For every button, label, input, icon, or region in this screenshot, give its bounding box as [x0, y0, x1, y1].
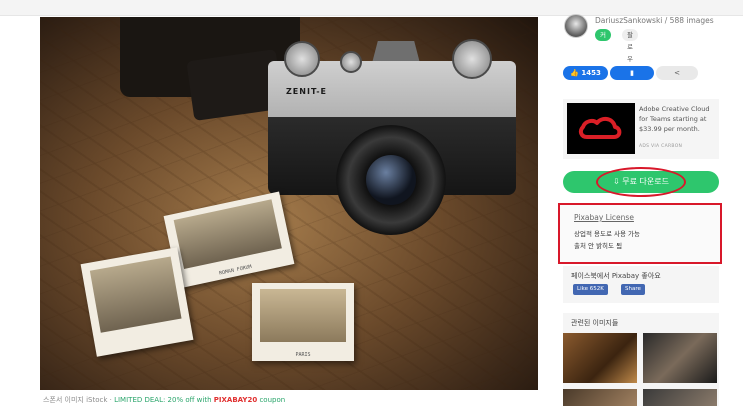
facebook-box: 페이스북에서 Pixabay 좋아요 Like 652K Share [563, 266, 719, 303]
camera-dial-small [340, 51, 362, 73]
camera-brand: ZENIT-E [286, 87, 328, 96]
related-images: 관련된 이미지들 [563, 313, 719, 406]
polaroid-picture [174, 199, 282, 270]
ad-via[interactable]: ADS VIA CARBON [639, 144, 682, 149]
highlight-ring [596, 167, 686, 197]
camera-dial-left [284, 41, 320, 77]
polaroid-picture [89, 255, 182, 334]
related-title: 관련된 이미지들 [571, 319, 619, 327]
facebook-like-button[interactable]: Like 652K [573, 284, 608, 295]
sponsor-caption: 스폰서 이미지 iStock · LIMITED DEAL: 20% off w… [43, 395, 285, 405]
follow-button[interactable]: 팔로우 [622, 29, 638, 63]
coupon-code[interactable]: PIXABAY20 [214, 396, 257, 404]
related-thumb[interactable] [643, 333, 717, 383]
ad-text[interactable]: Adobe Creative Cloud for Teams starting … [639, 104, 717, 134]
polaroid-street [80, 247, 194, 357]
creative-cloud-icon [578, 116, 622, 139]
polaroid-picture [260, 289, 346, 343]
top-bar [0, 0, 743, 16]
polaroid-caption: PARIS [295, 351, 311, 358]
thumbs-up-icon: 👍 [570, 69, 579, 77]
camera-lens-glass [366, 155, 416, 205]
license-line-attribution: 출처 안 밝히도 됨 [574, 242, 623, 250]
share-icon: < [674, 69, 680, 77]
related-thumb[interactable] [643, 389, 717, 406]
polaroid-eiffel: PARIS [252, 283, 354, 361]
bookmark-button[interactable]: ▮ [610, 66, 654, 80]
related-thumb[interactable] [563, 389, 637, 406]
related-thumb[interactable] [563, 333, 637, 383]
bookmark-icon: ▮ [630, 69, 634, 77]
coupon-suffix[interactable]: coupon [257, 396, 285, 404]
facebook-share-button[interactable]: Share [621, 284, 645, 295]
avatar[interactable] [564, 14, 588, 38]
adobe-logo[interactable] [567, 103, 635, 154]
camera-dial-right [452, 39, 492, 79]
license-link[interactable]: Pixabay License [574, 213, 634, 222]
deal-link[interactable]: LIMITED DEAL: 20% off with [114, 396, 214, 404]
main-photo[interactable]: ZENIT-E ROMAN FORUM PARIS [40, 17, 538, 390]
ad-box[interactable]: Adobe Creative Cloud for Teams starting … [563, 99, 719, 159]
share-button[interactable]: < [656, 66, 698, 80]
like-button[interactable]: 👍 1453 [563, 66, 608, 80]
facebook-title: 페이스북에서 Pixabay 좋아요 [571, 272, 661, 280]
coffee-button[interactable]: 커피 [595, 29, 611, 51]
sponsor-prefix: 스폰서 이미지 iStock · [43, 396, 115, 404]
like-count: 1453 [581, 69, 601, 77]
author-name[interactable]: DariuszSankowski / 588 images [595, 16, 714, 25]
license-box: Pixabay License 상업적 용도로 사용 가능 출처 안 밝히도 됨 [558, 203, 722, 264]
license-line-commercial: 상업적 용도로 사용 가능 [574, 230, 640, 238]
